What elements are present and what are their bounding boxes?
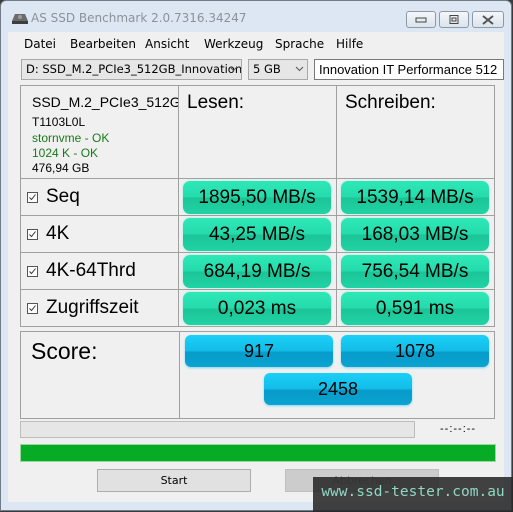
menu-hilfe[interactable]: Hilfe [336,37,363,51]
4k-checkbox[interactable]: 4K [27,223,69,245]
size-select-value: 5 GB [253,62,281,76]
drive-app-icon [12,14,28,24]
access-time-write-cell: 0,591 ms [336,289,495,327]
seq-write-cell: 1539,14 MB/s [336,178,495,216]
drive-model: SSD_M.2_PCIe3_512G [32,94,181,110]
test-label-cell: 4K-64Thrd [20,252,179,290]
4k-64thrd-write-cell: 756,54 MB/s [336,252,495,290]
checkbox-checked-icon [27,265,38,277]
start-button[interactable]: Start [97,469,251,492]
window-title: AS SSD Benchmark 2.0.7316.34247 [31,11,247,25]
close-icon [482,15,494,25]
access-time-read-value: 0,023 ms [183,292,331,325]
write-header: Schreiben: [345,92,436,113]
read-header: Lesen: [187,92,245,113]
menu-datei[interactable]: Datei [24,37,56,51]
checkbox-checked-icon [27,228,38,240]
menu-werkzeug[interactable]: Werkzeug [204,37,263,51]
4k-64thrd-read-value: 684,19 MB/s [183,255,331,288]
4k-64thrd-label: 4K-64Thrd [46,260,136,281]
4k-label: 4K [46,223,70,244]
access-time-read-cell: 0,023 ms [178,289,337,327]
score-values-cell: 917 1078 2458 [179,331,495,419]
access-time-checkbox[interactable]: Zugriffszeit [27,297,139,319]
test-label-cell: Zugriffszeit [20,289,179,327]
drive-capacity: 476,94 GB [32,161,90,175]
total-score: 2458 [264,373,412,405]
score-label-cell: Score: [20,331,180,419]
seq-write-value: 1539,14 MB/s [341,181,489,214]
checkbox-checked-icon [27,302,38,314]
menu-ansicht[interactable]: Ansicht [145,37,189,51]
driver-status: stornvme - OK [32,131,110,145]
access-time-write-value: 0,591 ms [341,292,489,325]
checkbox-checked-icon [27,191,38,203]
app-window: AS SSD Benchmark 2.0.7316.34247 Datei Be… [0,0,512,511]
drive-firmware: T1103L0L [32,115,86,129]
4k-64thrd-checkbox[interactable]: 4K-64Thrd [27,260,136,282]
chevron-down-icon [229,66,238,72]
minimize-icon [415,17,427,23]
test-label-cell: 4K [20,215,179,253]
4k-read-cell: 43,25 MB/s [178,215,337,253]
seq-checkbox[interactable]: Seq [27,186,80,208]
test-label-cell: Seq [20,178,179,216]
total-progress-bar [20,444,496,462]
results-grid: SSD_M.2_PCIe3_512G T1103L0L stornvme - O… [20,85,495,419]
read-score: 917 [185,335,333,367]
title-bar[interactable]: AS SSD Benchmark 2.0.7316.34247 [1,1,511,33]
drive-select[interactable]: D: SSD_M.2_PCIe3_512GB_InnovationIT [21,59,242,80]
4k-64thrd-read-cell: 684,19 MB/s [178,252,337,290]
elapsed-time: --:--:-- [440,423,477,435]
4k-64thrd-write-value: 756,54 MB/s [341,255,489,288]
maximize-icon [449,15,459,24]
chevron-down-icon [295,66,304,72]
drive-info-panel: SSD_M.2_PCIe3_512G T1103L0L stornvme - O… [20,85,181,179]
menu-bar: Datei Bearbeiten Ansicht Werkzeug Sprach… [8,32,504,54]
drive-name-field[interactable]: Innovation IT Performance 512 [314,59,504,80]
client-area: Datei Bearbeiten Ansicht Werkzeug Sprach… [8,32,504,502]
4k-write-value: 168,03 MB/s [341,218,489,251]
alignment-status: 1024 K - OK [32,146,99,160]
score-label: Score: [31,338,98,364]
write-header-cell: Schreiben: [336,85,495,179]
maximize-button[interactable] [439,11,469,28]
seq-label: Seq [46,186,80,207]
access-time-label: Zugriffszeit [46,297,139,318]
minimize-button[interactable] [406,11,436,28]
test-progress-bar [20,421,415,438]
menu-bearbeiten[interactable]: Bearbeiten [70,37,136,51]
read-header-cell: Lesen: [178,85,337,179]
4k-read-value: 43,25 MB/s [183,218,331,251]
seq-read-cell: 1895,50 MB/s [178,178,337,216]
drive-select-value: D: SSD_M.2_PCIe3_512GB_InnovationIT [26,62,242,76]
size-select[interactable]: 5 GB [248,59,308,80]
close-button[interactable] [472,11,504,28]
seq-read-value: 1895,50 MB/s [183,181,331,214]
watermark: www.ssd-tester.com.au [313,477,513,512]
4k-write-cell: 168,03 MB/s [336,215,495,253]
menu-sprache[interactable]: Sprache [275,37,324,51]
write-score: 1078 [341,335,489,367]
